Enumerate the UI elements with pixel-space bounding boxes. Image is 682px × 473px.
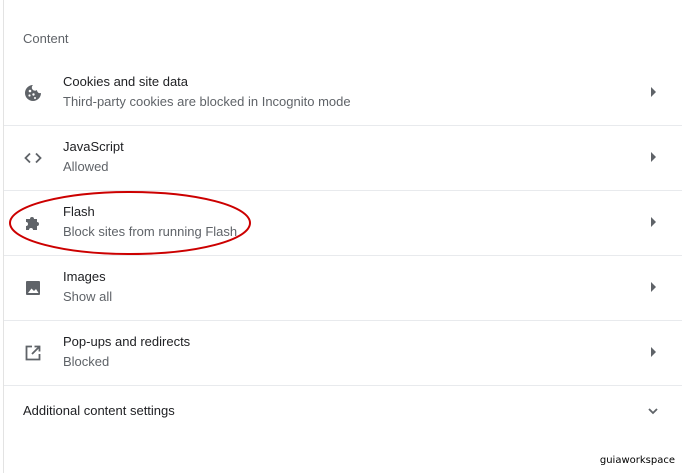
images-title: Images — [63, 269, 106, 284]
popups-subtitle: Blocked — [63, 354, 110, 369]
javascript-title: JavaScript — [63, 139, 124, 154]
puzzle-icon — [23, 213, 43, 233]
popups-row[interactable]: Pop-ups and redirects Blocked — [4, 320, 682, 385]
watermark: guiaworkspace — [599, 455, 675, 466]
cookies-title: Cookies and site data — [63, 74, 189, 89]
arrow-right-icon — [651, 217, 656, 227]
cookies-row[interactable]: Cookies and site data Third-party cookie… — [4, 61, 682, 125]
cookie-icon — [23, 83, 43, 103]
images-row[interactable]: Images Show all — [4, 255, 682, 320]
flash-subtitle: Block sites from running Flash — [63, 224, 238, 239]
chevron-down-icon — [647, 404, 659, 422]
arrow-right-icon — [651, 282, 656, 292]
javascript-row[interactable]: JavaScript Allowed — [4, 125, 682, 190]
additional-content-settings[interactable]: Additional content settings — [4, 385, 682, 434]
arrow-right-icon — [651, 347, 656, 357]
additional-content-settings-label: Additional content settings — [23, 403, 175, 418]
flash-title: Flash — [63, 204, 95, 219]
javascript-subtitle: Allowed — [63, 159, 109, 174]
arrow-right-icon — [651, 87, 656, 97]
open-in-new-icon — [23, 343, 43, 363]
image-icon — [23, 278, 43, 298]
cookies-subtitle: Third-party cookies are blocked in Incog… — [63, 94, 351, 109]
settings-content-panel: Content Cookies and site data Third-part… — [0, 0, 682, 473]
code-icon — [23, 148, 43, 168]
section-title: Content — [23, 31, 69, 46]
flash-row[interactable]: Flash Block sites from running Flash — [4, 190, 682, 255]
images-subtitle: Show all — [63, 289, 113, 304]
popups-title: Pop-ups and redirects — [63, 334, 191, 349]
arrow-right-icon — [651, 152, 656, 162]
